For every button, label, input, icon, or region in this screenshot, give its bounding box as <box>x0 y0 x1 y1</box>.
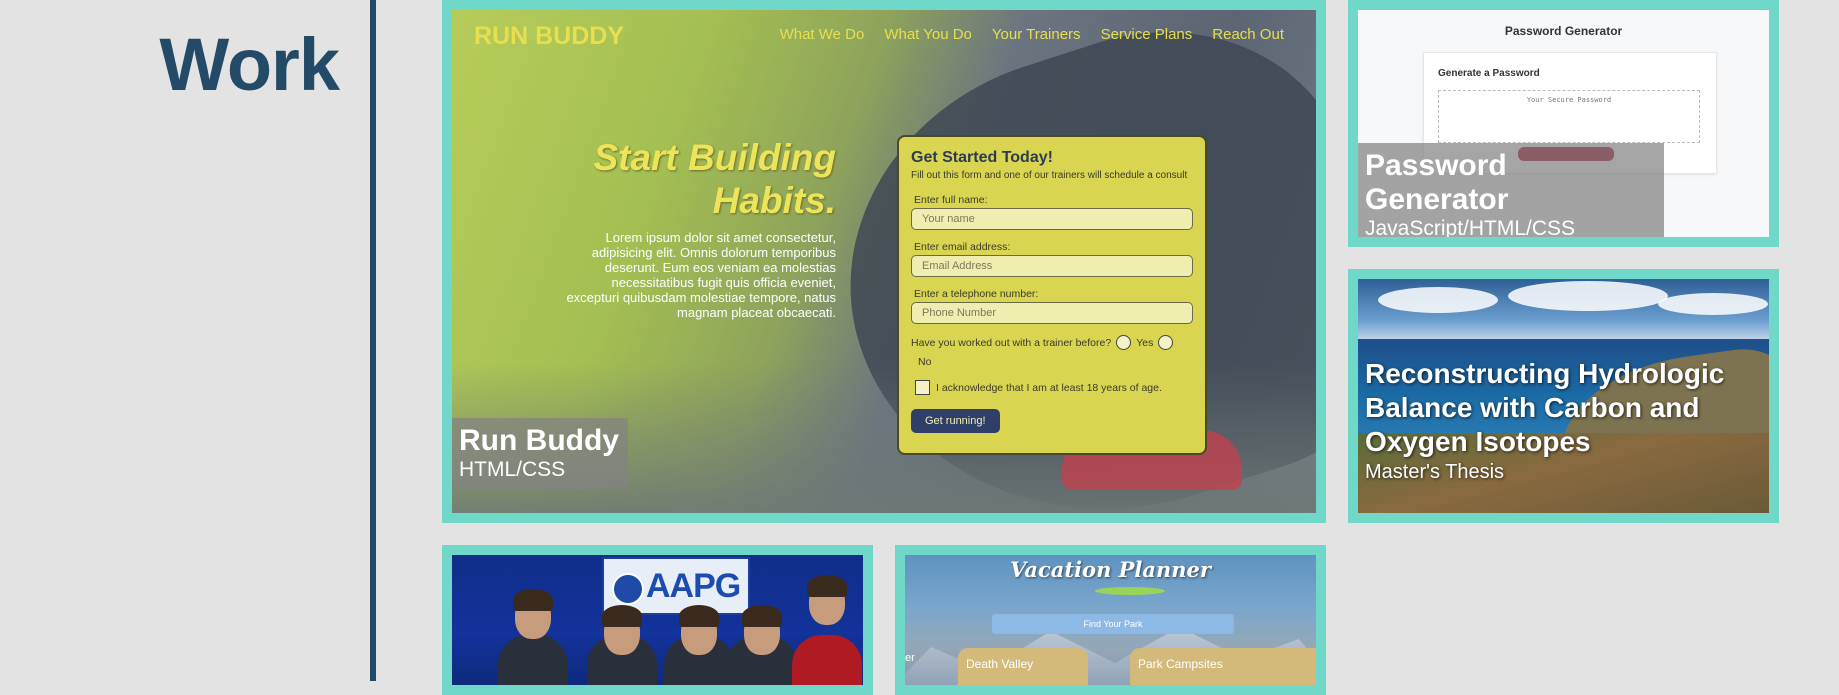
rb-phone-input: Phone Number <box>911 302 1193 324</box>
rb-phone-label: Enter a telephone number: <box>914 288 1039 300</box>
project-screenshot: AAPG <box>452 555 863 685</box>
rb-logo: RUN BUDDY <box>474 22 624 50</box>
rb-checkbox <box>915 380 930 395</box>
rb-form-subtitle: Fill out this form and one of our traine… <box>911 170 1188 181</box>
rb-nav-item: Reach Out <box>1212 26 1284 43</box>
project-screenshot: RUN BUDDY What We Do What You Do Your Tr… <box>452 10 1316 513</box>
project-subtitle: JavaScript/HTML/CSS <box>1365 217 1576 237</box>
rb-email-label: Enter email address: <box>914 241 1011 253</box>
project-card-vacation-planner[interactable]: Vacation Planner Find Your Park er Death… <box>895 545 1326 695</box>
rb-submit-button: Get running! <box>911 409 1000 433</box>
rb-radio-no <box>1158 335 1174 350</box>
vp-title: Vacation Planner <box>1010 557 1211 582</box>
project-screenshot: Reconstructing Hydrologic Balance with C… <box>1358 279 1769 513</box>
rb-acknowledge-label: I acknowledge that I am at least 18 year… <box>936 381 1162 394</box>
project-title[interactable]: Reconstructing Hydrologic Balance with C… <box>1365 357 1765 459</box>
project-caption: Reconstructing Hydrologic Balance with C… <box>1365 357 1765 485</box>
rb-email-input: Email Address <box>911 255 1193 277</box>
vp-park-tile: Death Valley <box>958 648 1088 685</box>
rb-nav: What We Do What You Do Your Trainers Ser… <box>780 26 1284 43</box>
project-screenshot: Vacation Planner Find Your Park er Death… <box>905 555 1316 685</box>
vp-find-park-button: Find Your Park <box>992 614 1234 634</box>
vp-logo-swoosh-icon <box>1095 587 1165 595</box>
rb-name-label: Enter full name: <box>914 194 988 206</box>
aapg-sign-text: AAPG <box>646 567 741 605</box>
project-screenshot: Password Generator Generate a Password Y… <box>1358 10 1769 237</box>
project-card-password-generator[interactable]: Password Generator Generate a Password Y… <box>1348 0 1779 247</box>
project-caption: Run Buddy HTML/CSS <box>452 418 628 490</box>
rb-question-text: Have you worked out with a trainer befor… <box>911 336 1112 349</box>
rb-nav-item: Your Trainers <box>991 26 1081 43</box>
pw-card-heading: Generate a Password <box>1438 68 1540 79</box>
rb-hero-title: Start Building Habits. <box>456 136 836 222</box>
rb-hero-title-line: Start Building <box>593 137 836 178</box>
rb-yes-label: Yes <box>1136 336 1154 349</box>
rb-trainer-question: Have you worked out with a trainer befor… <box>911 335 1193 350</box>
vertical-divider <box>370 0 376 681</box>
project-subtitle: HTML/CSS <box>459 458 566 481</box>
project-card-aapg[interactable]: AAPG <box>442 545 873 695</box>
rb-name-input: Your name <box>911 208 1193 230</box>
rb-acknowledge-row: I acknowledge that I am at least 18 year… <box>915 380 1193 395</box>
rb-no-label: No <box>918 356 932 368</box>
vp-park-tile: Park Campsites <box>1130 648 1316 685</box>
rb-hero-title-line: Habits. <box>712 180 836 221</box>
project-card-thesis[interactable]: Reconstructing Hydrologic Balance with C… <box>1348 269 1779 523</box>
project-caption: Password Generator JavaScript/HTML/CSS <box>1358 143 1664 237</box>
vp-partial-text: er <box>905 652 915 664</box>
rb-form-title: Get Started Today! <box>911 149 1053 166</box>
rb-radio-yes <box>1116 335 1132 350</box>
rb-hero: Start Building Habits. Lorem ipsum dolor… <box>456 136 836 320</box>
rb-nav-item: What You Do <box>884 26 972 43</box>
rb-nav-item: What We Do <box>779 26 865 43</box>
pw-output-box: Your Secure Password <box>1438 90 1700 143</box>
project-title[interactable]: Password Generator <box>1365 149 1657 217</box>
project-card-run-buddy[interactable]: RUN BUDDY What We Do What You Do Your Tr… <box>442 0 1326 523</box>
pw-page-title: Password Generator <box>1504 24 1623 38</box>
rb-hero-text: Lorem ipsum dolor sit amet consectetur, … <box>566 230 836 320</box>
person <box>498 635 568 685</box>
project-subtitle: Master's Thesis <box>1365 461 1505 483</box>
person <box>792 635 862 685</box>
aapg-seal-icon <box>612 573 644 605</box>
project-title[interactable]: Run Buddy <box>459 424 620 458</box>
rb-signup-form: Get Started Today! Fill out this form an… <box>897 135 1207 455</box>
section-heading: Work <box>159 23 340 106</box>
rb-nav-item: Service Plans <box>1100 26 1193 43</box>
